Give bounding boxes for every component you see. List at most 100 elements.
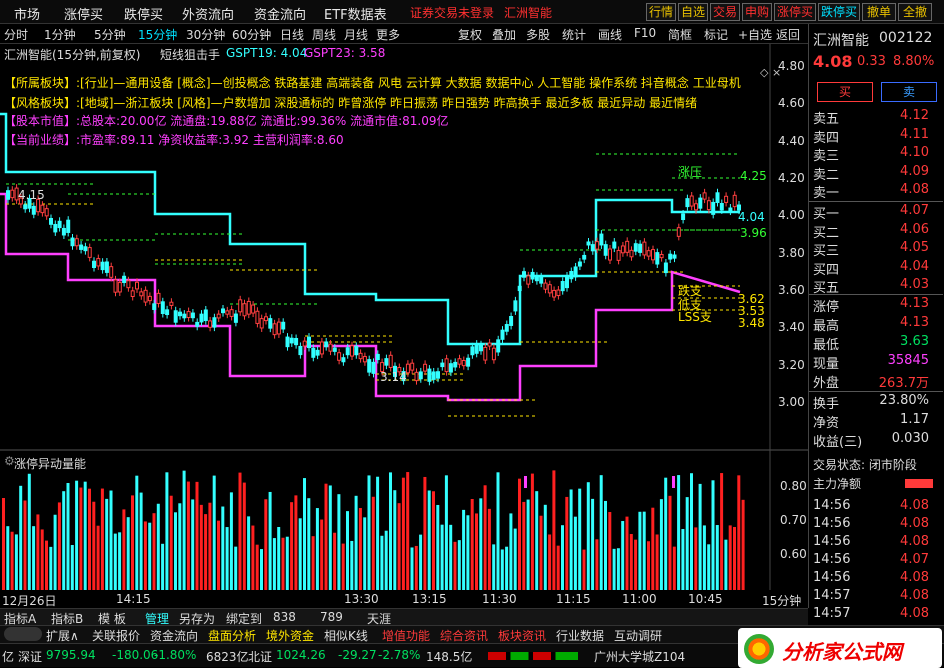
volume-bar (616, 548, 620, 590)
period-more[interactable]: 更多 (376, 26, 400, 43)
bz-value: 1024.26 (276, 648, 326, 662)
menu-limit-up-buy[interactable]: 涨停买 (64, 4, 103, 23)
menu-foreign-flow[interactable]: 外资流向 (182, 4, 234, 23)
trade-button[interactable]: 交易 (710, 3, 740, 21)
info-sector: 【所属板块】:[行业]—通用设备 [概念]—创投概念 铁路基建 高端装备 风电 … (4, 76, 741, 90)
volume-bar (328, 485, 332, 590)
candle-body (573, 266, 578, 278)
quote-button[interactable]: 行情 (646, 3, 676, 21)
menu-capital-flow[interactable]: 资金流向 (254, 4, 306, 23)
candle-body (728, 207, 733, 212)
tool-back[interactable]: 返回 (776, 26, 800, 43)
candle-body (289, 337, 294, 344)
sub-settings-icon[interactable]: ⚙ (4, 454, 15, 468)
candle-body (629, 249, 634, 258)
volume-bar (509, 513, 513, 590)
extension-tab[interactable]: 增值功能 (382, 627, 430, 644)
volume-bar (113, 533, 117, 590)
stats-divider-2 (809, 391, 943, 392)
tool-multi[interactable]: 多股 (526, 26, 550, 43)
menu-market[interactable]: 市场 (14, 4, 40, 23)
candle-body (724, 195, 729, 203)
tick-time: 14:56 (813, 570, 851, 585)
candle-body (259, 318, 264, 329)
y-tick: 3.40 (778, 320, 805, 335)
tool-mark[interactable]: 标记 (704, 26, 728, 43)
bid-price: 4.07 (900, 203, 929, 218)
extension-tab[interactable]: 互动调研 (614, 627, 662, 644)
cancel-all-button[interactable]: 全撤 (898, 3, 932, 21)
candle-body (410, 362, 415, 371)
ask-row: 卖一 4.08 (813, 182, 943, 201)
volume-bar (341, 543, 345, 590)
indicator-name[interactable]: 短线狙击手 (160, 46, 220, 63)
volume-bar (229, 492, 233, 590)
period-1min[interactable]: 1分钟 (44, 26, 76, 43)
indicator-tab[interactable]: 789 (320, 610, 343, 624)
volume-bar (152, 513, 156, 590)
x-period: 15分钟 (762, 594, 802, 608)
gspt19-value: GSPT19: 4.04 (226, 46, 308, 60)
cancel-order-button[interactable]: 撤单 (862, 3, 896, 21)
extension-tab[interactable]: 综合资讯 (440, 627, 488, 644)
extension-tab[interactable]: 行业数据 (556, 627, 604, 644)
volume-bar (444, 475, 448, 590)
candle-body (582, 254, 587, 260)
ask-label: 卖一 (813, 186, 840, 201)
ipo-button[interactable]: 申购 (742, 3, 772, 21)
extension-tab[interactable]: 资金流向 (150, 627, 198, 644)
menu-limit-down-buy[interactable]: 跌停买 (124, 4, 163, 23)
candle-body (229, 309, 234, 317)
extension-tab[interactable]: 相似K线 (324, 627, 368, 644)
watchlist-button[interactable]: 自选 (678, 3, 708, 21)
volume-bar (702, 525, 706, 590)
candle-body (246, 300, 251, 315)
volume-bar (10, 531, 14, 590)
y-tick: 3.20 (778, 357, 805, 372)
login-status[interactable]: 证券交易未登录 (410, 4, 494, 21)
volume-bar (169, 495, 173, 590)
extension-tab[interactable]: 关联报价 (92, 627, 140, 644)
candle-body (530, 271, 535, 280)
volume-bar (285, 536, 289, 590)
extension-tab[interactable]: 盘面分析 (208, 627, 256, 644)
extension-tab[interactable]: 板块资讯 (498, 627, 546, 644)
period-month[interactable]: 月线 (344, 26, 368, 43)
tool-f10[interactable]: F10 (634, 26, 656, 40)
limit-down-buy-button[interactable]: 跌停买 (818, 3, 860, 21)
period-60min[interactable]: 60分钟 (232, 26, 271, 43)
sell-button[interactable]: 卖 (881, 82, 937, 102)
candle-body (405, 363, 410, 374)
tool-draw[interactable]: 画线 (598, 26, 622, 43)
tool-stats[interactable]: 统计 (562, 26, 586, 43)
volume-bar (100, 488, 104, 590)
period-5min[interactable]: 5分钟 (94, 26, 126, 43)
tool-frame[interactable]: 简框 (668, 26, 692, 43)
buy-button[interactable]: 买 (817, 82, 873, 102)
extension-tab[interactable]: 境外资金 (266, 627, 314, 644)
period-15min[interactable]: 15分钟 (138, 26, 177, 43)
indicator-tab[interactable]: 838 (273, 610, 296, 624)
menu-etf-table[interactable]: ETF数据表 (324, 4, 387, 23)
volume-bar (513, 528, 517, 590)
top-menubar: 市场 涨停买 跌停买 外资流向 资金流向 ETF数据表 证券交易未登录 汇洲智能… (0, 0, 944, 24)
tool-adjust[interactable]: 复权 (458, 26, 482, 43)
tick-time: 14:57 (813, 606, 851, 621)
x-tick: 11:30 (482, 592, 517, 606)
tick-row: 14:56 4.08 (813, 570, 943, 587)
kline-chart[interactable]: 汇洲智能(15分钟,前复权) 短线狙击手 GSPT19: 4.04 GSPT23… (0, 44, 808, 608)
extension-tab[interactable]: 扩展∧ (46, 627, 79, 644)
candle-body (238, 299, 243, 313)
tool-overlay[interactable]: 叠加 (492, 26, 516, 43)
candle-body (195, 321, 200, 327)
candle-body (160, 301, 165, 314)
toggle-switch[interactable] (4, 627, 42, 641)
period-day[interactable]: 日线 (280, 26, 304, 43)
x-tick: 13:15 (412, 592, 447, 606)
tool-add-watch[interactable]: +自选 (738, 26, 772, 43)
period-week[interactable]: 周线 (312, 26, 336, 43)
limit-up-buy-button[interactable]: 涨停买 (774, 3, 816, 21)
volume-bar (83, 481, 87, 590)
period-30min[interactable]: 30分钟 (186, 26, 225, 43)
period-timeline[interactable]: 分时 (4, 26, 28, 43)
